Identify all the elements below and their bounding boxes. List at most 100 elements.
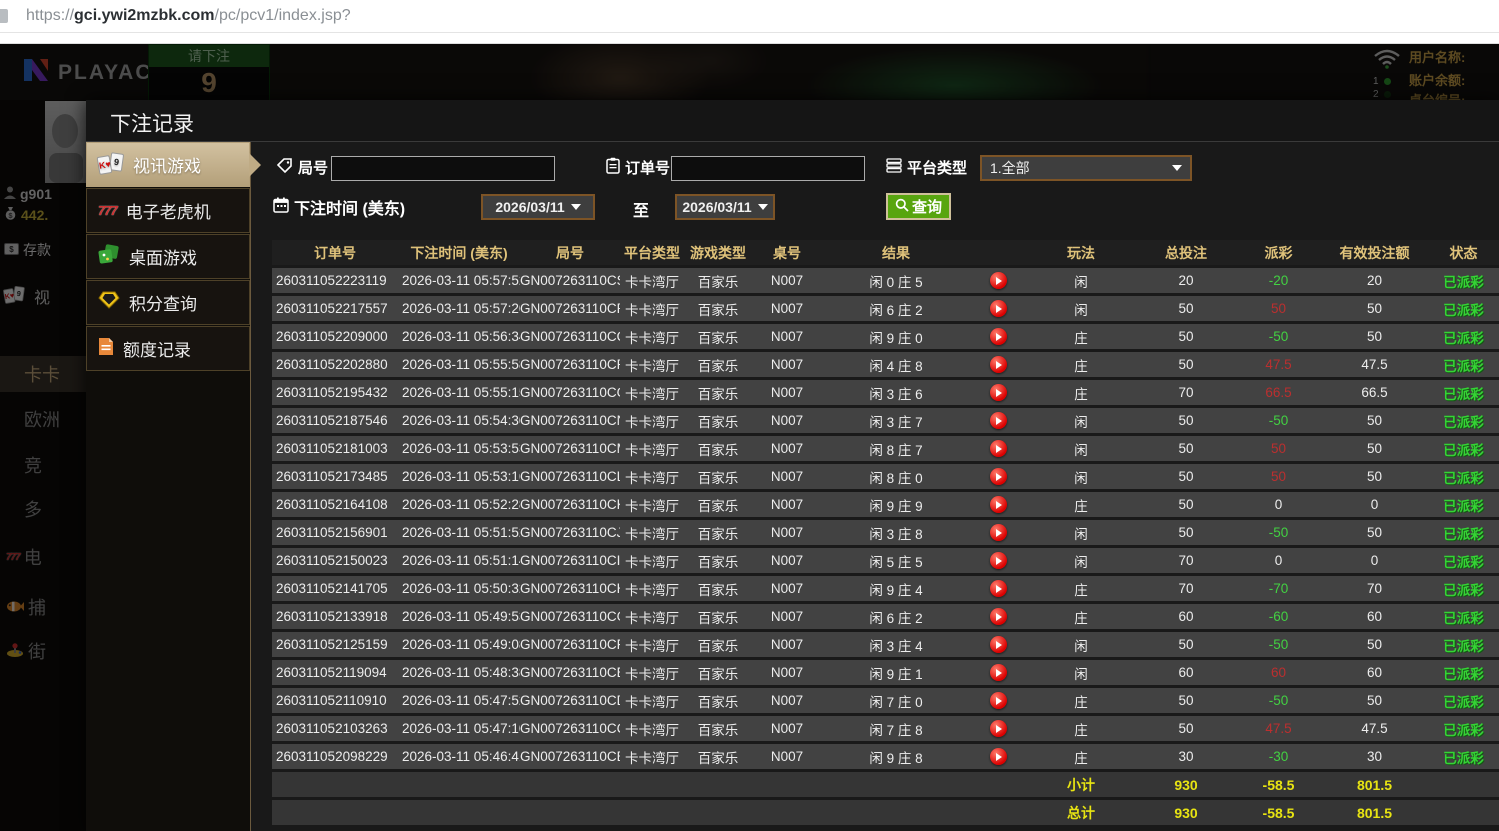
replay-result-button[interactable] — [990, 440, 1007, 457]
to-label: 至 — [633, 197, 649, 221]
table-row: 2603110521954322026-03-11 05:55:15GN0072… — [272, 380, 1499, 405]
replay-result-button[interactable] — [990, 664, 1007, 681]
replay-result-button[interactable] — [990, 328, 1007, 345]
column-header: 状态 — [1428, 240, 1499, 265]
column-header: 桌号 — [752, 240, 822, 265]
replay-result-button[interactable] — [990, 356, 1007, 373]
browser-divider — [0, 32, 1499, 33]
round-no-label: 局号 — [277, 157, 328, 178]
search-button-label: 查询 — [912, 196, 942, 217]
replay-result-button[interactable] — [990, 524, 1007, 541]
menu-item-credit-records[interactable]: 额度记录 — [86, 326, 250, 371]
menu-item-points[interactable]: 积分查询 — [86, 280, 250, 325]
replay-result-button[interactable] — [990, 496, 1007, 513]
slots-777-icon: 777 — [98, 203, 117, 218]
replay-result-button[interactable] — [990, 608, 1007, 625]
browser-address-bar[interactable]: https://gci.ywi2mzbk.com/pc/pcv1/index.j… — [0, 0, 1499, 44]
bet-time-label: 下注时间 (美东) — [273, 195, 405, 219]
table-row: 2603110522090002026-03-11 05:56:34GN0072… — [272, 324, 1499, 349]
replay-result-button[interactable] — [990, 748, 1007, 765]
bet-records-modal: 下注记录 9 K♥ 视讯游戏 777 电子老虎机 桌面游戏 — [86, 100, 1499, 831]
search-icon — [895, 198, 909, 216]
modal-menu: 9 K♥ 视讯游戏 777 电子老虎机 桌面游戏 积分查询 — [86, 142, 250, 831]
platform-list-icon — [886, 158, 902, 177]
replay-result-button[interactable] — [990, 300, 1007, 317]
menu-item-table-games[interactable]: 桌面游戏 — [86, 234, 250, 279]
modal-content: 局号 订单号 平台类型 1.全部 — [251, 142, 1499, 831]
column-header — [970, 240, 1026, 265]
column-header: 游戏类型 — [684, 240, 752, 265]
table-row: 2603110521251592026-03-11 05:49:08GN0072… — [272, 632, 1499, 657]
round-no-input[interactable] — [331, 156, 555, 181]
column-header: 玩法 — [1026, 240, 1136, 265]
replay-result-button[interactable] — [990, 636, 1007, 653]
table-row: 2603110521500232026-03-11 05:51:14GN0072… — [272, 548, 1499, 573]
replay-result-button[interactable] — [990, 412, 1007, 429]
column-header: 总投注 — [1136, 240, 1236, 265]
total-valid-bet: 801.5 — [1321, 800, 1428, 825]
table-games-icon — [98, 244, 120, 269]
search-button[interactable]: 查询 — [886, 193, 951, 220]
table-row: 2603110521641082026-03-11 05:52:28GN0072… — [272, 492, 1499, 517]
menu-item-slots[interactable]: 777 电子老虎机 — [86, 188, 250, 233]
menu-item-video-games[interactable]: 9 K♥ 视讯游戏 — [86, 142, 250, 187]
replay-result-button[interactable] — [990, 720, 1007, 737]
total-payout: -58.5 — [1236, 800, 1321, 825]
table-row: 2603110521875462026-03-11 05:54:30GN0072… — [272, 408, 1499, 433]
site-info-icon[interactable] — [0, 9, 8, 23]
tag-icon — [277, 158, 293, 178]
subtotal-valid-bet: 801.5 — [1321, 772, 1428, 797]
subtotal-row: 小计 930 -58.5 801.5 — [272, 772, 1499, 797]
chevron-down-icon — [758, 204, 768, 210]
column-header: 下注时间 (美东) — [398, 240, 520, 265]
column-header: 派彩 — [1236, 240, 1321, 265]
records-tbody: 2603110522231192026-03-11 05:57:52GN0072… — [272, 268, 1499, 769]
menu-item-label: 电子老虎机 — [126, 198, 211, 223]
document-icon — [98, 337, 114, 361]
column-header: 平台类型 — [620, 240, 684, 265]
column-header: 结果 — [822, 240, 970, 265]
table-row: 2603110521032632026-03-11 05:47:10GN0072… — [272, 716, 1499, 741]
replay-result-button[interactable] — [990, 468, 1007, 485]
table-row: 2603110521339182026-03-11 05:49:53GN0072… — [272, 604, 1499, 629]
replay-result-button[interactable] — [990, 692, 1007, 709]
calendar-icon — [273, 197, 289, 218]
table-row: 2603110522175572026-03-11 05:57:20GN0072… — [272, 296, 1499, 321]
total-row: 总计 930 -58.5 801.5 — [272, 800, 1499, 825]
platform-type-label: 平台类型 — [886, 157, 967, 178]
table-row: 2603110522231192026-03-11 05:57:52GN0072… — [272, 268, 1499, 293]
order-no-label: 订单号 — [606, 157, 670, 178]
modal-header: 下注记录 — [86, 100, 1499, 142]
replay-result-button[interactable] — [990, 384, 1007, 401]
replay-result-button[interactable] — [990, 272, 1007, 289]
url-path: /pc/pcv1/index.jsp? — [215, 7, 351, 24]
date-from-select[interactable]: 2026/03/11 — [481, 194, 595, 220]
url-domain: gci.ywi2mzbk.com — [74, 7, 215, 24]
total-label: 总计 — [1026, 800, 1136, 825]
menu-item-label: 桌面游戏 — [129, 244, 197, 269]
modal-title: 下注记录 — [110, 108, 194, 138]
screen: https://gci.ywi2mzbk.com/pc/pcv1/index.j… — [0, 0, 1499, 831]
table-header-row: 订单号下注时间 (美东)局号平台类型游戏类型桌号结果玩法总投注派彩有效投注额状态 — [272, 240, 1499, 265]
table-row: 2603110521810032026-03-11 05:53:53GN0072… — [272, 436, 1499, 461]
platform-type-value: 1.全部 — [990, 158, 1030, 178]
column-header: 局号 — [520, 240, 620, 265]
clipboard-icon — [606, 157, 620, 178]
subtotal-total-bet: 930 — [1136, 772, 1236, 797]
url-scheme: https:// — [26, 7, 74, 24]
date-to-value: 2026/03/11 — [682, 199, 751, 215]
date-to-select[interactable]: 2026/03/11 — [675, 194, 775, 220]
total-total-bet: 930 — [1136, 800, 1236, 825]
chevron-down-icon — [571, 204, 581, 210]
chevron-down-icon — [1172, 165, 1182, 171]
replay-result-button[interactable] — [990, 552, 1007, 569]
cards-icon: 9 K♥ — [98, 153, 124, 177]
diamond-icon — [98, 291, 120, 314]
replay-result-button[interactable] — [990, 580, 1007, 597]
order-no-input[interactable] — [671, 156, 865, 181]
bet-records-table: 订单号下注时间 (美东)局号平台类型游戏类型桌号结果玩法总投注派彩有效投注额状态… — [272, 237, 1499, 828]
platform-type-select[interactable]: 1.全部 — [980, 155, 1192, 181]
menu-item-label: 额度记录 — [123, 336, 191, 361]
table-row: 2603110521109102026-03-11 05:47:52GN0072… — [272, 688, 1499, 713]
table-row: 2603110521190942026-03-11 05:48:38GN0072… — [272, 660, 1499, 685]
